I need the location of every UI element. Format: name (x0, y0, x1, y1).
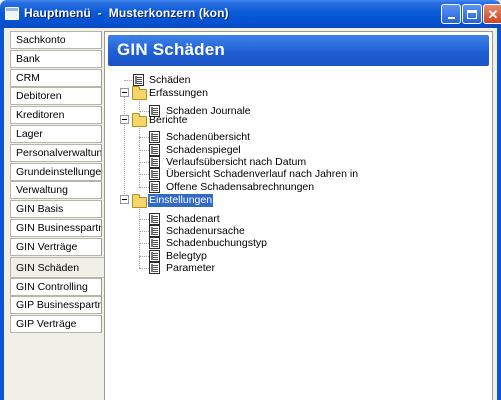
content-panel: GIN Schäden Schäden Erfassungen Schaden … (104, 31, 493, 400)
window-frame-right (497, 28, 501, 400)
app-window-icon (5, 7, 19, 20)
nav-item-verwaltung[interactable]: Verwaltung (10, 181, 102, 200)
title-bar[interactable]: Hauptmenü - Musterkonzern (kon) ✕ (0, 0, 501, 28)
folder-icon (132, 86, 147, 100)
tree-item-offene-schadensabrechnungen[interactable]: Offene Schadensabrechnungen (166, 181, 314, 194)
tree-item-schadenbuchungstyp[interactable]: Schadenbuchungstyp (166, 237, 267, 250)
tree-connector (139, 219, 149, 220)
close-icon: ✕ (487, 6, 499, 22)
nav-item-grundeinstellungen[interactable]: Grundeinstellungen (10, 162, 102, 181)
document-icon (149, 131, 160, 143)
document-icon (149, 181, 160, 193)
document-icon (149, 225, 160, 237)
tree-folder-einstellungen[interactable]: Einstellungen (146, 193, 215, 208)
tree-connector (139, 126, 140, 187)
tree-item-parameter[interactable]: Parameter (166, 262, 215, 275)
document-icon (149, 262, 160, 274)
nav-item-gip-vertraege[interactable]: GIP Verträge (10, 315, 102, 334)
document-icon (149, 213, 160, 225)
tree-connector (139, 187, 149, 188)
nav-item-personalverwaltung[interactable]: Personalverwaltung (10, 143, 102, 162)
tree-connector (139, 243, 149, 244)
nav-item-lager[interactable]: Lager (10, 124, 102, 143)
nav-item-gin-vertraege[interactable]: GIN Verträge (10, 237, 102, 256)
tree-connector (139, 137, 149, 138)
tree-connector (139, 174, 149, 175)
panel-header: GIN Schäden (108, 35, 489, 66)
nav-item-gin-schaeden[interactable]: GIN Schäden (10, 256, 106, 278)
document-icon (149, 168, 160, 180)
window-title: Hauptmenü - Musterkonzern (kon) (24, 6, 229, 20)
window-frame-left (0, 28, 4, 400)
panel-title: GIN Schäden (117, 40, 226, 59)
document-icon (133, 74, 144, 86)
collapse-toggle-icon[interactable] (120, 88, 129, 97)
tree-item-uebersicht-schadenverlauf[interactable]: Übersicht Schadenverlauf nach Jahren in (166, 168, 358, 181)
tree-connector (139, 256, 149, 257)
collapse-toggle-icon[interactable] (120, 115, 129, 124)
tree-folder-berichte[interactable]: Berichte (149, 114, 188, 127)
maximize-button[interactable] (462, 4, 482, 24)
nav-item-debitoren[interactable]: Debitoren (10, 87, 102, 106)
maximize-icon (467, 9, 477, 19)
nav-item-gin-controlling[interactable]: GIN Controlling (10, 277, 102, 296)
document-icon (149, 237, 160, 249)
minimize-icon (447, 16, 455, 19)
tree-connector (124, 80, 132, 81)
tree-folder-erfassungen[interactable]: Erfassungen (149, 87, 208, 100)
folder-icon (132, 194, 147, 208)
tree-connector (139, 162, 149, 163)
tree-item-schaeden[interactable]: Schäden (149, 74, 190, 87)
nav-item-crm[interactable]: CRM (10, 68, 102, 87)
nav-item-gip-businesspartner[interactable]: GIP Businesspartner (10, 296, 102, 315)
folder-icon (132, 113, 147, 127)
close-button[interactable]: ✕ (483, 4, 501, 24)
nav-item-sachkonto[interactable]: Sachkonto (10, 31, 102, 49)
tree-connector (139, 111, 149, 112)
document-icon (149, 156, 160, 168)
tree-connector (139, 268, 149, 269)
tree-connector (139, 150, 149, 151)
nav-item-gin-basis[interactable]: GIN Basis (10, 200, 102, 219)
nav-item-bank[interactable]: Bank (10, 49, 102, 68)
minimize-button[interactable] (441, 4, 461, 24)
nav-item-gin-businesspartner[interactable]: GIN Businesspartner (10, 218, 102, 237)
nav-item-kreditoren[interactable]: Kreditoren (10, 106, 102, 125)
tree-connector (124, 92, 125, 200)
module-nav: Sachkonto Bank CRM Debitoren Kreditoren … (10, 31, 106, 334)
tree-connector (139, 207, 140, 268)
collapse-toggle-icon[interactable] (120, 195, 129, 204)
tree-item-schadenuebersicht[interactable]: Schadenübersicht (166, 131, 250, 144)
document-icon (149, 250, 160, 262)
tree-connector (139, 231, 149, 232)
document-icon (149, 144, 160, 156)
